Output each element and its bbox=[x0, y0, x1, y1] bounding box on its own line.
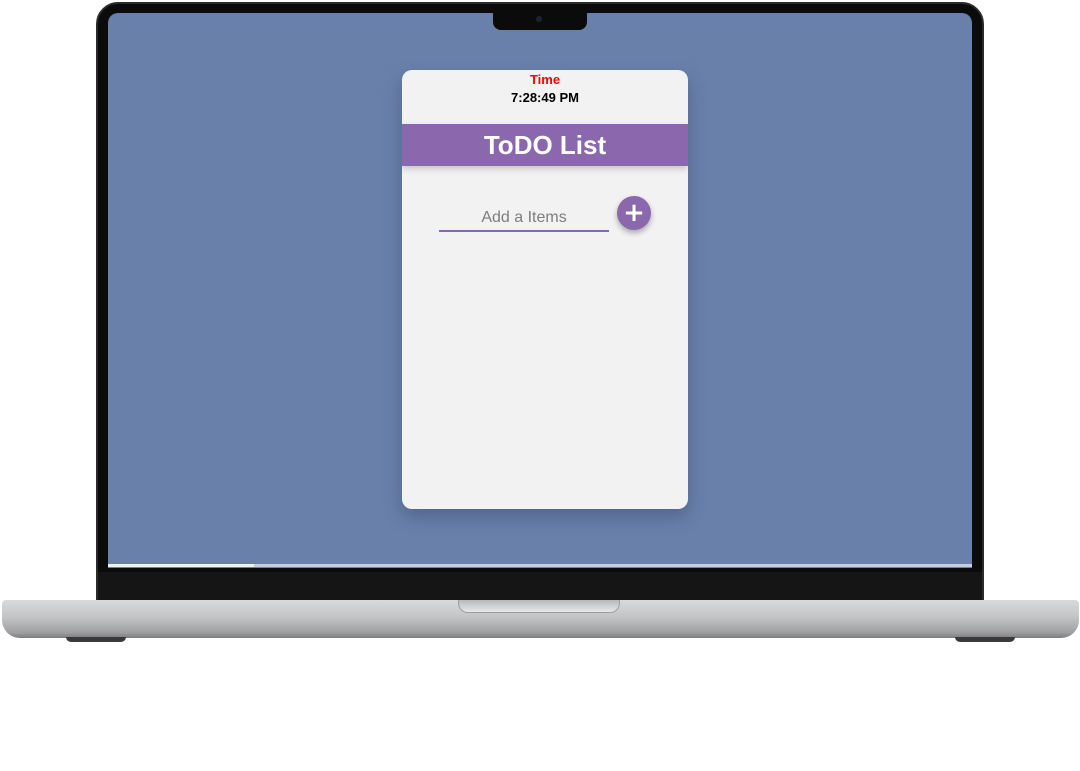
lid-opening-notch bbox=[458, 600, 620, 613]
page-title: ToDO List bbox=[483, 130, 607, 160]
clock-value: 7:28:49 PM bbox=[511, 90, 579, 105]
todo-app-card: Time 7:28:49 PM ToDO List + bbox=[402, 70, 688, 509]
camera-icon bbox=[536, 16, 542, 22]
lid-bezel-bottom bbox=[98, 572, 982, 600]
add-item-input[interactable] bbox=[439, 206, 609, 232]
clock-label: Time bbox=[529, 72, 561, 87]
laptop-foot-right bbox=[955, 637, 1015, 642]
laptop-foot-left bbox=[66, 637, 126, 642]
taskbar-strip bbox=[108, 564, 972, 567]
app-header: ToDO List bbox=[402, 124, 688, 166]
add-item-button[interactable]: + bbox=[617, 196, 651, 230]
plus-icon: + bbox=[623, 198, 645, 228]
laptop-mockup: Time 7:28:49 PM ToDO List + bbox=[0, 0, 1080, 771]
todo-items-list bbox=[402, 250, 688, 500]
